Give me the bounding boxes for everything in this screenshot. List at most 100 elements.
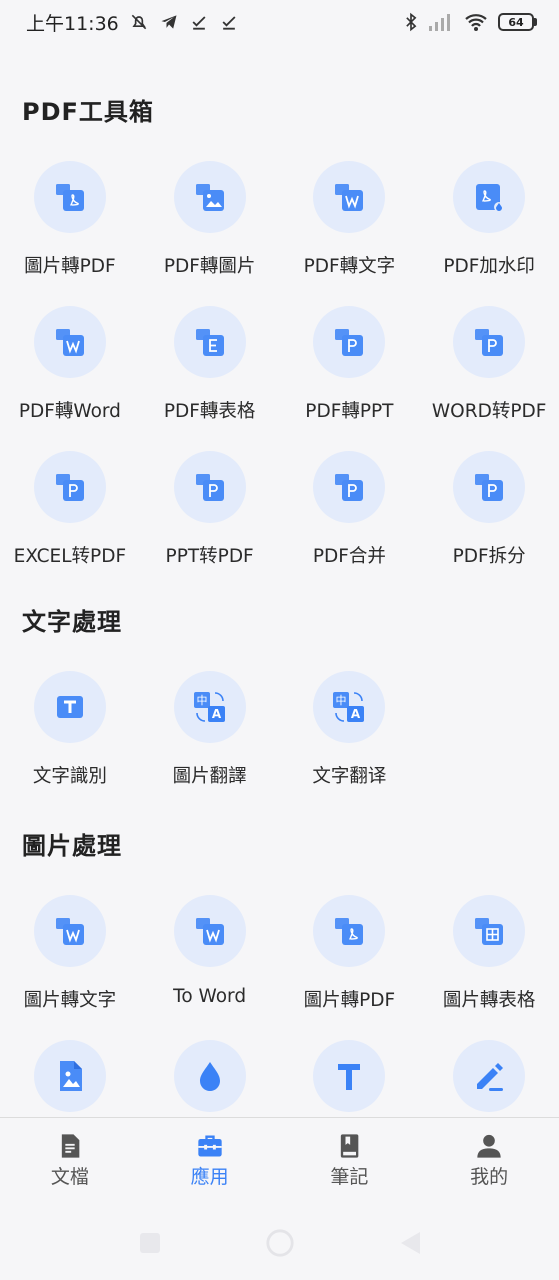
document-icon — [61, 1134, 80, 1158]
toolbox-icon — [197, 1135, 222, 1157]
battery-indicator: 64 — [498, 13, 537, 31]
pdf-to-image-icon — [195, 184, 224, 211]
tool-pdf-to-image[interactable]: PDF轉圖片 — [140, 157, 280, 302]
image-to-pdf-icon — [335, 918, 364, 945]
tool-label: PDF加水印 — [443, 256, 535, 277]
system-navigation-bar — [0, 1205, 559, 1280]
svg-text:中: 中 — [196, 694, 207, 707]
tool-image-to-pdf-2[interactable]: 圖片轉PDF — [280, 891, 420, 1036]
edit-pen-icon — [477, 1063, 504, 1091]
nav-item-me[interactable]: 我的 — [419, 1118, 559, 1205]
tool-pdf-merge[interactable]: PDF合并 — [280, 447, 420, 592]
tool-label: PPT转PDF — [165, 546, 254, 567]
image-tools-grid: 圖片轉文字 To Word 圖片轉PDF 圖片轉表格 — [0, 891, 559, 1117]
svg-text:A: A — [351, 707, 361, 721]
nav-label: 文檔 — [50, 1166, 89, 1188]
status-right: 64 — [404, 12, 537, 32]
tool-image-translate[interactable]: 中A 圖片翻譯 — [140, 667, 280, 812]
recents-button[interactable] — [135, 1228, 165, 1258]
tool-pdf-split[interactable]: PDF拆分 — [419, 447, 559, 592]
tool-label: To Word — [173, 986, 247, 1007]
pdf-split-icon — [475, 474, 504, 501]
person-icon — [477, 1134, 501, 1158]
tool-label: PDF轉表格 — [163, 401, 256, 422]
tool-label: PDF拆分 — [452, 546, 526, 567]
download-done-icon — [192, 16, 206, 30]
status-bar: 上午11:36 64 — [0, 0, 559, 44]
tool-label: 文字翻译 — [312, 766, 387, 787]
water-drop-icon — [199, 1062, 220, 1091]
tool-word-to-pdf[interactable]: WORD转PDF — [419, 302, 559, 447]
tool-image-to-table[interactable]: 圖片轉表格 — [419, 891, 559, 1036]
tool-add-text[interactable] — [280, 1036, 420, 1117]
ppt-to-pdf-icon — [195, 474, 224, 501]
tool-ppt-to-pdf[interactable]: PPT转PDF — [140, 447, 280, 592]
nav-label: 我的 — [470, 1166, 509, 1188]
tool-edit[interactable] — [419, 1036, 559, 1117]
tool-label: 文字識別 — [32, 766, 107, 787]
tool-label: PDF轉文字 — [303, 256, 396, 277]
tool-label: WORD转PDF — [431, 401, 547, 422]
telegram-icon — [161, 15, 177, 29]
nav-label: 應用 — [190, 1166, 229, 1188]
pdf-tools-grid: 圖片轉PDF PDF轉圖片 PDF轉文字 PDF加水印 PDF轉Word PDF… — [0, 157, 559, 592]
text-t-icon — [338, 1064, 361, 1090]
status-time: 上午11:36 — [26, 12, 119, 35]
square-icon — [139, 1232, 160, 1253]
tool-text-translate[interactable]: 中A 文字翻译 — [280, 667, 420, 812]
notebook-icon — [341, 1134, 359, 1158]
triangle-back-icon — [400, 1231, 420, 1254]
tool-pdf-to-excel[interactable]: PDF轉表格 — [140, 302, 280, 447]
bluetooth-icon — [406, 12, 417, 32]
signal-icon — [429, 14, 450, 31]
text-recognition-icon — [56, 696, 83, 718]
tool-label: 圖片轉PDF — [303, 990, 396, 1011]
back-button[interactable] — [395, 1228, 425, 1258]
battery-level: 64 — [508, 15, 524, 29]
mute-bell-icon — [131, 14, 147, 30]
text-tools-grid: 文字識別 中A 圖片翻譯 中A 文字翻译 — [0, 667, 559, 812]
tool-image-to-pdf[interactable]: 圖片轉PDF — [0, 157, 140, 302]
tool-label: PDF轉圖片 — [163, 256, 256, 277]
svg-text:A: A — [211, 707, 221, 721]
tool-pdf-to-ppt[interactable]: PDF轉PPT — [280, 302, 420, 447]
tool-label: PDF轉PPT — [305, 401, 394, 422]
tool-pdf-to-word[interactable]: PDF轉Word — [0, 302, 140, 447]
excel-to-pdf-icon — [55, 474, 84, 501]
status-left: 上午11:36 — [26, 9, 239, 36]
text-translate-icon: 中A — [333, 692, 365, 722]
nav-item-apps[interactable]: 應用 — [140, 1118, 280, 1205]
pdf-watermark-icon — [476, 184, 505, 212]
pdf-to-excel-icon — [195, 329, 224, 356]
tools-content[interactable]: PDF工具箱 圖片轉PDF PDF轉圖片 PDF轉文字 PDF加水印 PDF轉W… — [0, 44, 559, 1117]
tool-image-to-word[interactable]: To Word — [140, 891, 280, 1036]
tool-label: EXCEL转PDF — [13, 546, 127, 567]
tool-pdf-watermark[interactable]: PDF加水印 — [419, 157, 559, 302]
tool-label: PDF轉Word — [18, 401, 121, 422]
nav-label: 筆記 — [330, 1166, 369, 1188]
tool-excel-to-pdf[interactable]: EXCEL转PDF — [0, 447, 140, 592]
pdf-to-text-icon — [335, 184, 364, 211]
image-file-icon — [59, 1061, 82, 1091]
tool-label: 圖片轉PDF — [24, 256, 116, 277]
bottom-nav: 文檔 應用 筆記 我的 — [0, 1117, 559, 1205]
tool-image-file[interactable] — [0, 1036, 140, 1117]
nav-item-notes[interactable]: 筆記 — [280, 1118, 420, 1205]
section-title-text: 文字處理 — [22, 608, 122, 636]
tool-label: 圖片轉文字 — [23, 990, 117, 1011]
section-title-image: 圖片處理 — [22, 832, 122, 860]
tool-pdf-to-text[interactable]: PDF轉文字 — [280, 157, 420, 302]
home-button[interactable] — [265, 1228, 295, 1258]
wifi-icon — [465, 14, 487, 31]
word-to-pdf-icon — [475, 329, 504, 356]
tool-label: 圖片翻譯 — [172, 766, 247, 787]
circle-icon — [265, 1228, 294, 1257]
tool-image-to-text[interactable]: 圖片轉文字 — [0, 891, 140, 1036]
tool-text-recognition[interactable]: 文字識別 — [0, 667, 140, 812]
image-to-pdf-icon — [55, 184, 84, 211]
tool-watermark-remove[interactable] — [140, 1036, 280, 1117]
download-done-icon — [222, 16, 236, 30]
image-to-table-icon — [475, 918, 504, 945]
nav-item-documents[interactable]: 文檔 — [0, 1118, 140, 1205]
tool-label: 圖片轉表格 — [442, 990, 536, 1011]
